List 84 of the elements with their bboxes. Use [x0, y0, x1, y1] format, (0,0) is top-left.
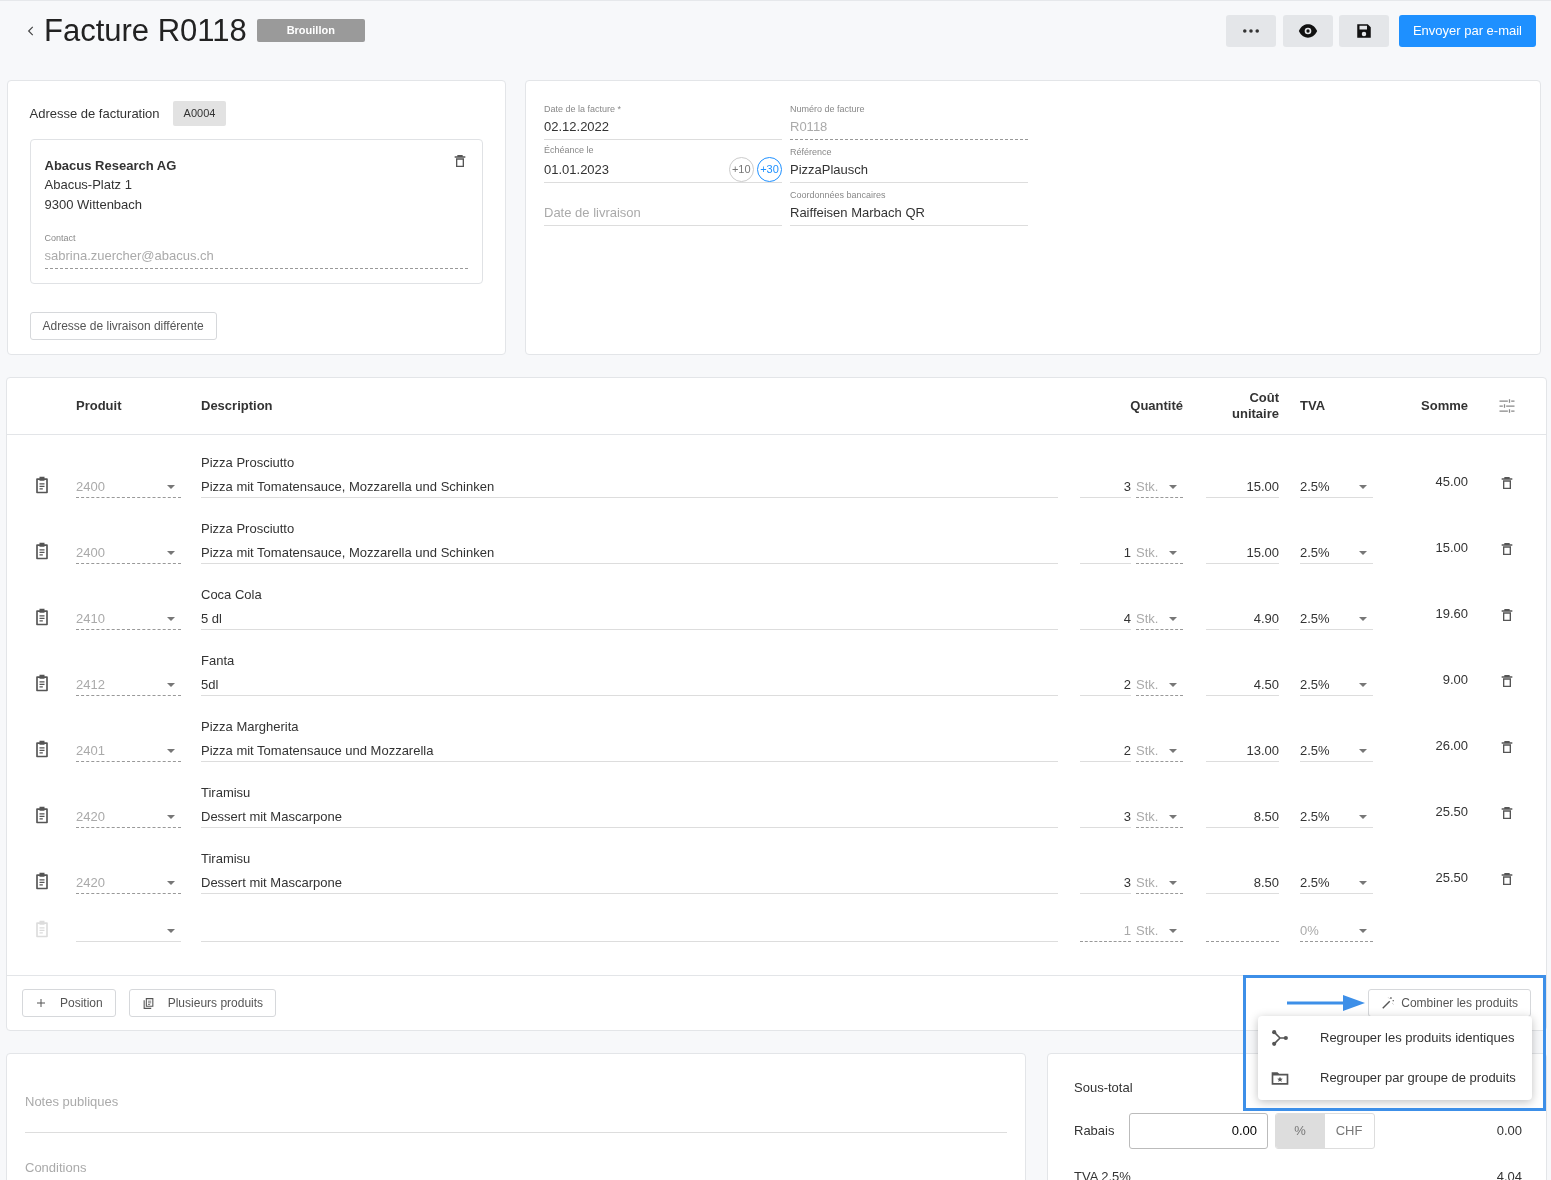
- line-total: 9.00: [1442, 672, 1468, 687]
- unit-cost-field[interactable]: 8.50: [1206, 806, 1279, 828]
- field-label: Contact: [44, 232, 77, 245]
- vat-select[interactable]: 2.5%: [1300, 674, 1373, 696]
- company-name: Abacus Research AG: [44, 156, 177, 175]
- vat-select[interactable]: 2.5%: [1300, 740, 1373, 762]
- copy-list-icon: [141, 996, 155, 1010]
- quantity-field[interactable]: 3: [1080, 476, 1131, 498]
- column-header: Produit: [76, 397, 123, 416]
- combine-products-button[interactable]: Combiner les produits: [1367, 989, 1531, 1017]
- plus-icon: [35, 997, 47, 1009]
- vat-label: TVA 2.5%: [1074, 1167, 1131, 1180]
- item-title: Tiramisu: [201, 784, 252, 803]
- input-field[interactable]: Coordonnées bancaires Raiffeisen Marbach QR: [790, 183, 1028, 226]
- preview-button[interactable]: [1282, 14, 1333, 47]
- unit-cost-field[interactable]: 4.90: [1206, 608, 1279, 630]
- quantity-field[interactable]: 4: [1080, 608, 1131, 630]
- save-button[interactable]: [1339, 14, 1390, 47]
- page-title: Facture R0118: [44, 15, 247, 46]
- column-header: Description: [200, 397, 274, 416]
- unit-cost-field[interactable]: 15.00: [1206, 542, 1279, 564]
- multiple-products-button[interactable]: Plusieurs produits: [128, 989, 277, 1017]
- input-field: Numéro de facture R0118: [790, 97, 1028, 140]
- input-field[interactable]: Référence PizzaPlausch: [790, 140, 1028, 183]
- item-title: Pizza Prosciutto: [201, 454, 296, 473]
- vat-select[interactable]: 2.5%: [1300, 542, 1373, 564]
- address-line: 9300 Wittenbach: [44, 195, 144, 214]
- unit-cost-field[interactable]: 15.00: [1206, 476, 1279, 498]
- item-title: Fanta: [201, 652, 236, 671]
- delivery-address-button[interactable]: Adresse de livraison différente: [29, 312, 217, 341]
- description-field[interactable]: Pizza mit Tomatensauce, Mozzarella und Schinken: [201, 542, 1058, 564]
- line-total: 26.00: [1435, 738, 1468, 753]
- customer-code: A0004: [172, 101, 227, 126]
- line-total: 19.60: [1435, 606, 1468, 621]
- line-total: 25.50: [1435, 804, 1468, 819]
- discount-label: Rabais: [1074, 1121, 1116, 1140]
- add-days-button[interactable]: +10: [728, 157, 754, 182]
- menu-item[interactable]: Regrouper les produits identiques: [1258, 1018, 1532, 1058]
- line-total: 45.00: [1435, 474, 1468, 489]
- add-position-button[interactable]: Position: [22, 989, 116, 1017]
- column-header: Coût unitaire: [1231, 389, 1279, 423]
- subtotal-label: Sous-total: [1074, 1079, 1133, 1097]
- vat-select[interactable]: 2.5%: [1300, 608, 1373, 630]
- quantity-field[interactable]: 3: [1080, 806, 1131, 828]
- status-badge: Brouillon: [256, 19, 365, 42]
- input-field[interactable]: Date de la facture * 02.12.2022: [544, 97, 782, 140]
- line-total: 15.00: [1435, 540, 1468, 555]
- description-field[interactable]: Pizza mit Tomatensauce und Mozzarella: [201, 740, 1058, 762]
- menu-item[interactable]: Regrouper par groupe de produits: [1258, 1058, 1532, 1098]
- description-field[interactable]: Dessert mit Mascarpone: [201, 872, 1058, 894]
- description-field[interactable]: 5dl: [201, 674, 1058, 696]
- vat-amount: 4.04: [1496, 1167, 1522, 1180]
- item-title: Tiramisu: [201, 850, 252, 869]
- vat-select[interactable]: 2.5%: [1300, 806, 1373, 828]
- column-header: TVA: [1299, 397, 1327, 416]
- description-field[interactable]: Pizza mit Tomatensauce, Mozzarella und Schinken: [201, 476, 1058, 498]
- discount-mode-toggle[interactable]: % CHF: [1274, 1112, 1375, 1149]
- item-title: Pizza Margherita: [201, 718, 300, 737]
- column-header: Somme: [1420, 397, 1468, 416]
- settings-sliders-icon[interactable]: [1497, 396, 1517, 416]
- description-field[interactable]: Dessert mit Mascarpone: [201, 806, 1058, 828]
- column-header: Quantité: [1129, 397, 1183, 416]
- description-field[interactable]: 5 dl: [201, 608, 1058, 630]
- discount-amount: 0.00: [1496, 1121, 1522, 1140]
- input-field[interactable]: Échéance le 01.01.2023 +10 +30: [544, 140, 782, 183]
- vat-select[interactable]: 2.5%: [1300, 476, 1373, 498]
- unit-cost-field[interactable]: 4.50: [1206, 674, 1279, 696]
- quantity-field[interactable]: 1: [1080, 542, 1131, 564]
- discount-field[interactable]: 0.00: [1129, 1112, 1268, 1149]
- magic-wand-icon: [1380, 996, 1395, 1010]
- merge-icon: [1270, 1028, 1290, 1048]
- quantity-field[interactable]: 3: [1080, 872, 1131, 894]
- section-label: Adresse de facturation: [29, 104, 160, 123]
- save-icon: [1355, 21, 1374, 40]
- line-total: 25.50: [1435, 870, 1468, 885]
- item-title: Pizza Prosciutto: [201, 520, 296, 539]
- unit-cost-field[interactable]: 13.00: [1206, 740, 1279, 762]
- address-line: Abacus-Platz 1: [44, 176, 133, 194]
- vat-select[interactable]: 2.5%: [1300, 872, 1373, 894]
- quantity-field[interactable]: 2: [1080, 740, 1131, 762]
- item-title: Coca Cola: [201, 586, 263, 605]
- unit-cost-field[interactable]: 8.50: [1206, 872, 1279, 894]
- quantity-field[interactable]: 2: [1080, 674, 1131, 696]
- more-icon: [1243, 28, 1260, 33]
